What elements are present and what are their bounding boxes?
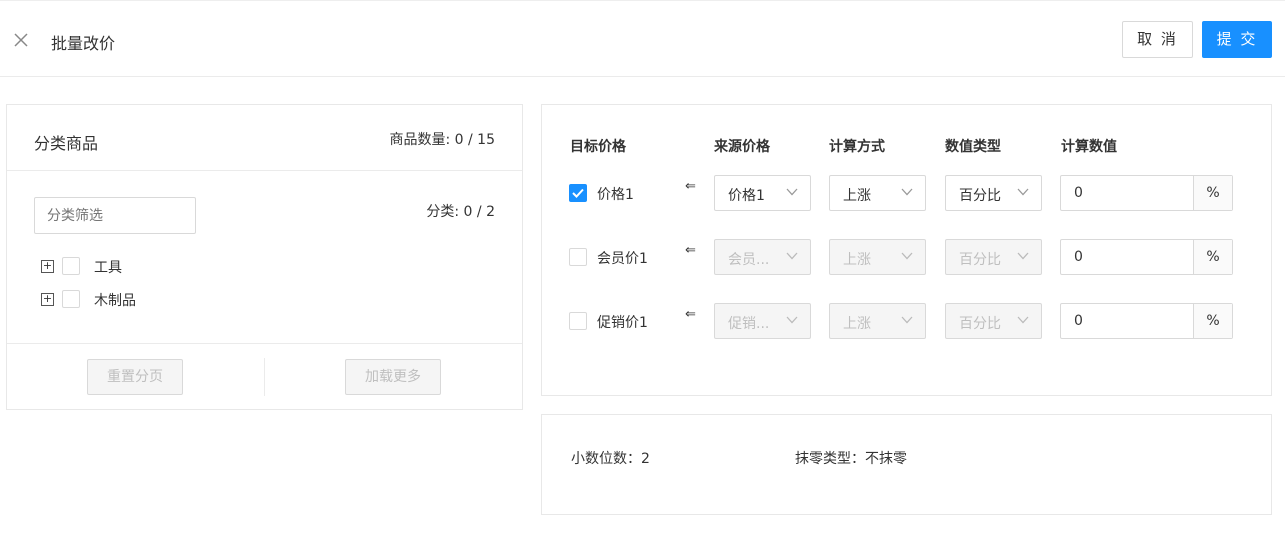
left-arrow-icon: ⇐ [685, 179, 696, 194]
calc-value-input[interactable]: 0 % [1060, 239, 1233, 275]
calc-value-input[interactable]: 0 % [1060, 175, 1233, 211]
chevron-down-icon [786, 252, 798, 260]
top-bar: 批量改价 取 消 提 交 [0, 0, 1285, 77]
tree-item-label[interactable]: 木制品 [94, 290, 136, 310]
left-arrow-icon: ⇐ [685, 243, 696, 258]
price-row-1: 价格1 ⇐ 价格1 上涨 百分比 0 % [542, 175, 1271, 211]
goods-count: 商品数量: 0 / 15 [389, 132, 495, 148]
input-value: 0 [1074, 185, 1083, 201]
price-row-2: 会员价1 ⇐ 会员... 上涨 百分比 0 % [542, 239, 1271, 275]
select-value: 上涨 [843, 252, 871, 268]
chevron-down-icon [901, 252, 913, 260]
select-value: 百分比 [959, 188, 1001, 204]
price-table-panel: 目标价格 来源价格 计算方式 数值类型 计算数值 价格1 ⇐ 价格1 上涨 百分… [541, 104, 1272, 396]
select-value: 会员... [728, 252, 770, 268]
chevron-down-icon [786, 188, 798, 196]
row-label[interactable]: 价格1 [597, 184, 634, 204]
submit-button[interactable]: 提 交 [1202, 21, 1272, 58]
header-calc-value: 计算数值 [1061, 139, 1117, 155]
input-value: 0 [1074, 313, 1083, 329]
load-more-button[interactable]: 加载更多 [345, 359, 441, 395]
source-price-select[interactable]: 促销... [714, 303, 811, 339]
category-panel-header: 分类商品 商品数量: 0 / 15 [7, 105, 522, 171]
select-value: 百分比 [959, 252, 1001, 268]
header-target-price: 目标价格 [570, 139, 626, 155]
expand-plus-icon[interactable]: + [41, 260, 54, 273]
row-checkbox[interactable] [569, 248, 587, 266]
category-count: 分类: 0 / 2 [426, 204, 495, 220]
tree-checkbox[interactable] [62, 257, 80, 275]
tree-item-label[interactable]: 工具 [94, 257, 122, 277]
percent-addon: % [1193, 304, 1232, 338]
select-value: 价格1 [728, 188, 765, 204]
header-source-price: 来源价格 [714, 139, 770, 155]
row-label[interactable]: 促销价1 [597, 312, 648, 332]
rounding-type-text: 抹零类型：不抹零 [795, 451, 907, 467]
percent-addon: % [1193, 176, 1232, 210]
row-checkbox[interactable] [569, 184, 587, 202]
price-row-3: 促销价1 ⇐ 促销... 上涨 百分比 0 % [542, 303, 1271, 339]
left-arrow-icon: ⇐ [685, 307, 696, 322]
category-panel-title: 分类商品 [34, 134, 99, 153]
chevron-down-icon [901, 316, 913, 324]
settings-panel: 小数位数：2 抹零类型：不抹零 [541, 414, 1272, 515]
input-value: 0 [1074, 249, 1083, 265]
select-value: 促销... [728, 316, 770, 332]
row-checkbox[interactable] [569, 312, 587, 330]
decimal-places-text: 小数位数：2 [571, 451, 650, 467]
select-value: 上涨 [843, 316, 871, 332]
calc-method-select[interactable]: 上涨 [829, 239, 926, 275]
source-price-select[interactable]: 会员... [714, 239, 811, 275]
chevron-down-icon [786, 316, 798, 324]
page-title: 批量改价 [51, 34, 116, 53]
select-value: 上涨 [843, 188, 871, 204]
reset-page-button[interactable]: 重置分页 [87, 359, 183, 395]
cancel-button[interactable]: 取 消 [1122, 21, 1193, 58]
close-icon[interactable] [12, 31, 30, 49]
header-value-type: 数值类型 [945, 139, 1001, 155]
category-filter-input[interactable] [34, 197, 196, 234]
category-panel: 分类商品 商品数量: 0 / 15 分类: 0 / 2 + 工具 + 木制品 重… [6, 104, 523, 410]
percent-addon: % [1193, 240, 1232, 274]
chevron-down-icon [1017, 316, 1029, 324]
header-calc-method: 计算方式 [829, 139, 885, 155]
value-type-select[interactable]: 百分比 [945, 239, 1042, 275]
calc-method-select[interactable]: 上涨 [829, 175, 926, 211]
chevron-down-icon [901, 188, 913, 196]
source-price-select[interactable]: 价格1 [714, 175, 811, 211]
value-type-select[interactable]: 百分比 [945, 303, 1042, 339]
calc-method-select[interactable]: 上涨 [829, 303, 926, 339]
chevron-down-icon [1017, 252, 1029, 260]
divider [264, 358, 265, 396]
row-label[interactable]: 会员价1 [597, 248, 648, 268]
calc-value-input[interactable]: 0 % [1060, 303, 1233, 339]
expand-plus-icon[interactable]: + [41, 293, 54, 306]
select-value: 百分比 [959, 316, 1001, 332]
category-panel-footer: 重置分页 加载更多 [7, 343, 522, 409]
tree-checkbox[interactable] [62, 290, 80, 308]
chevron-down-icon [1017, 188, 1029, 196]
value-type-select[interactable]: 百分比 [945, 175, 1042, 211]
